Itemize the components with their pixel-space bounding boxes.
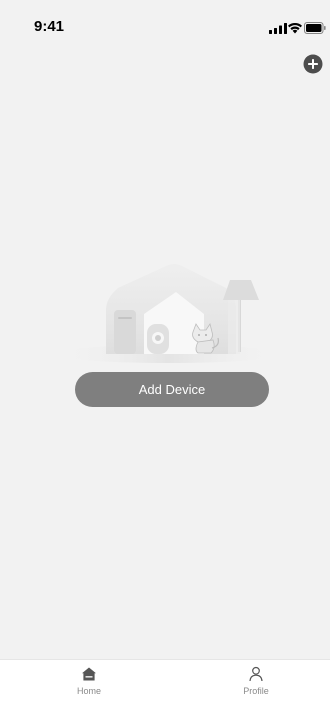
cellular-signal-icon <box>269 23 287 34</box>
battery-icon <box>304 22 326 34</box>
status-time: 9:41 <box>34 18 65 35</box>
home-icon <box>82 667 96 681</box>
profile-icon <box>249 666 263 682</box>
status-bar: 9:41 <box>0 0 330 50</box>
home-screen: 9:41 Add Device Home Profile <box>0 0 330 709</box>
add-icon[interactable] <box>303 54 323 74</box>
tab-bar: Home Profile <box>0 659 330 709</box>
wifi-icon <box>288 22 302 34</box>
tab-home[interactable]: Home <box>59 664 119 704</box>
tab-profile-label: Profile <box>243 686 269 696</box>
add-device-button[interactable]: Add Device <box>75 372 269 407</box>
tab-profile[interactable]: Profile <box>226 664 286 704</box>
tab-home-label: Home <box>76 686 101 696</box>
empty-state-illustration <box>53 264 283 363</box>
